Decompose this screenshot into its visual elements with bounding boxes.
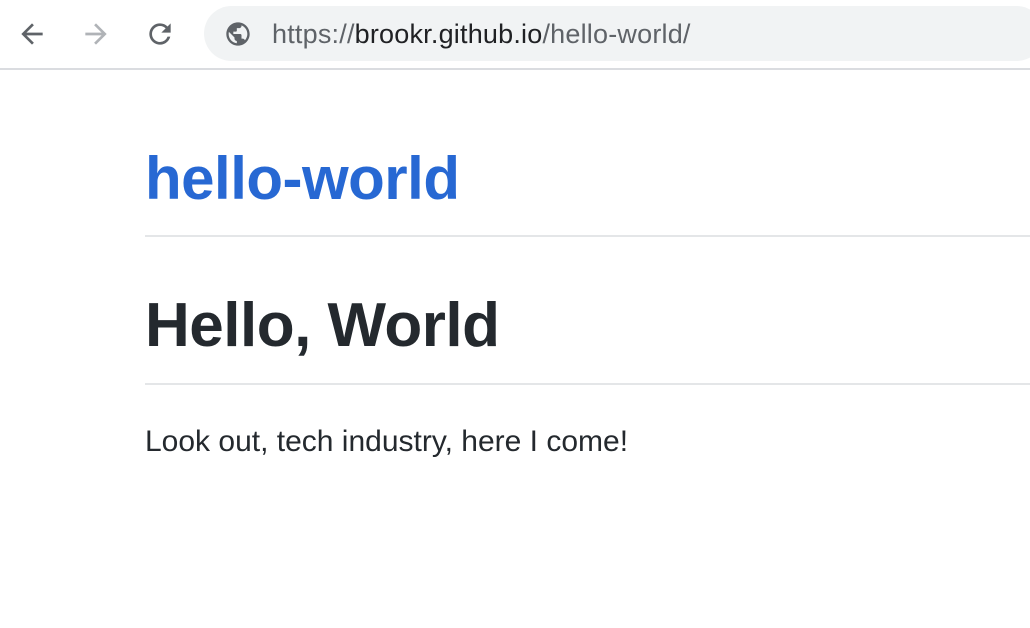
back-button[interactable]: [12, 14, 52, 54]
url-host: brookr.github.io: [354, 19, 543, 49]
url-scheme: https://: [272, 19, 355, 49]
site-title-link[interactable]: hello-world: [145, 144, 460, 214]
forward-button[interactable]: [76, 14, 116, 54]
title-divider: [145, 383, 1030, 385]
url-text[interactable]: https://brookr.github.io/hello-world/: [272, 18, 691, 50]
address-bar[interactable]: https://brookr.github.io/hello-world/: [204, 6, 1030, 61]
arrow-left-icon: [21, 23, 43, 45]
post-body: Look out, tech industry, here I come!: [145, 425, 629, 458]
header-divider: [145, 235, 1030, 237]
url-path: /hello-world/: [542, 19, 691, 49]
arrow-right-icon: [85, 23, 107, 45]
post-title: Hello, World: [145, 291, 500, 360]
globe-icon[interactable]: [224, 20, 252, 48]
reload-button[interactable]: [140, 14, 180, 54]
reload-icon: [149, 23, 171, 45]
browser-toolbar: https://brookr.github.io/hello-world/: [0, 0, 1030, 70]
